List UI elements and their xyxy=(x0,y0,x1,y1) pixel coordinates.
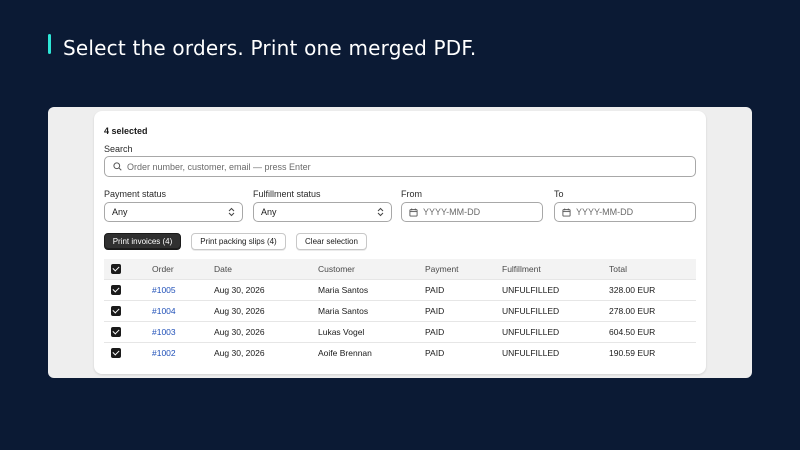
search-input[interactable] xyxy=(127,161,687,172)
orders-panel: 4 selected Search Payment status Any Ful… xyxy=(94,111,706,374)
column-header-date: Date xyxy=(214,263,232,274)
customer-name: Aoife Brennan xyxy=(318,347,372,358)
payment-status: PAID xyxy=(425,305,445,316)
order-date: Aug 30, 2026 xyxy=(214,347,265,358)
clear-selection-button[interactable]: Clear selection xyxy=(296,233,367,250)
fulfillment-status: UNFULFILLED xyxy=(502,284,560,295)
calendar-icon xyxy=(409,208,418,217)
table-row[interactable]: #1003 Aug 30, 2026 Lukas Vogel PAID UNFU… xyxy=(104,321,696,342)
chevron-updown-icon xyxy=(377,207,384,217)
fulfillment-status: UNFULFILLED xyxy=(502,347,560,358)
search-field[interactable] xyxy=(104,156,696,177)
payment-status: PAID xyxy=(425,326,445,337)
fulfillment-status-value: Any xyxy=(261,207,277,217)
column-header-fulfillment: Fulfillment xyxy=(502,263,541,274)
order-link[interactable]: #1004 xyxy=(152,306,176,316)
payment-status: PAID xyxy=(425,347,445,358)
from-date-field[interactable]: YYYY-MM-DD xyxy=(401,202,543,222)
order-total: 190.59 EUR xyxy=(609,347,656,358)
order-link[interactable]: #1005 xyxy=(152,285,176,295)
customer-name: Lukas Vogel xyxy=(318,326,365,337)
calendar-icon xyxy=(562,208,571,217)
row-checkbox[interactable] xyxy=(111,348,121,359)
search-label: Search xyxy=(104,144,133,154)
fulfillment-status-select[interactable]: Any xyxy=(253,202,392,222)
fulfillment-status: UNFULFILLED xyxy=(502,326,560,337)
customer-name: Maria Santos xyxy=(318,284,369,295)
screenshot-stage: 4 selected Search Payment status Any Ful… xyxy=(48,107,752,378)
payment-status-value: Any xyxy=(112,207,128,217)
orders-table: Order Date Customer Payment Fulfillment … xyxy=(104,259,696,363)
table-row[interactable]: #1005 Aug 30, 2026 Maria Santos PAID UNF… xyxy=(104,279,696,300)
customer-name: Maria Santos xyxy=(318,305,369,316)
payment-status: PAID xyxy=(425,284,445,295)
select-all-checkbox[interactable] xyxy=(111,264,121,275)
to-date-field[interactable]: YYYY-MM-DD xyxy=(554,202,696,222)
to-date-placeholder: YYYY-MM-DD xyxy=(576,207,634,217)
column-header-payment: Payment xyxy=(425,263,459,274)
row-checkbox[interactable] xyxy=(111,305,121,316)
fulfillment-status-label: Fulfillment status xyxy=(253,189,321,199)
column-header-order: Order xyxy=(152,263,174,274)
from-date-placeholder: YYYY-MM-DD xyxy=(423,207,481,217)
fulfillment-status: UNFULFILLED xyxy=(502,305,560,316)
payment-status-select[interactable]: Any xyxy=(104,202,243,222)
search-icon xyxy=(113,162,122,171)
row-checkbox[interactable] xyxy=(111,284,121,295)
page-headline: Select the orders. Print one merged PDF. xyxy=(63,36,477,60)
order-link[interactable]: #1003 xyxy=(152,327,176,337)
order-date: Aug 30, 2026 xyxy=(214,305,265,316)
table-row[interactable]: #1004 Aug 30, 2026 Maria Santos PAID UNF… xyxy=(104,300,696,321)
column-header-total: Total xyxy=(609,263,627,274)
table-header-row: Order Date Customer Payment Fulfillment … xyxy=(104,259,696,279)
order-total: 604.50 EUR xyxy=(609,326,656,337)
row-checkbox[interactable] xyxy=(111,326,121,337)
selected-count: 4 selected xyxy=(104,126,148,136)
accent-bar xyxy=(48,34,51,54)
print-packing-slips-button[interactable]: Print packing slips (4) xyxy=(191,233,286,250)
order-date: Aug 30, 2026 xyxy=(214,284,265,295)
print-invoices-button[interactable]: Print invoices (4) xyxy=(104,233,181,250)
to-date-label: To xyxy=(554,189,564,199)
order-total: 278.00 EUR xyxy=(609,305,656,316)
order-total: 328.00 EUR xyxy=(609,284,656,295)
from-date-label: From xyxy=(401,189,422,199)
chevron-updown-icon xyxy=(228,207,235,217)
order-date: Aug 30, 2026 xyxy=(214,326,265,337)
table-row[interactable]: #1002 Aug 30, 2026 Aoife Brennan PAID UN… xyxy=(104,342,696,363)
column-header-customer: Customer xyxy=(318,263,355,274)
payment-status-label: Payment status xyxy=(104,189,167,199)
order-link[interactable]: #1002 xyxy=(152,348,176,358)
